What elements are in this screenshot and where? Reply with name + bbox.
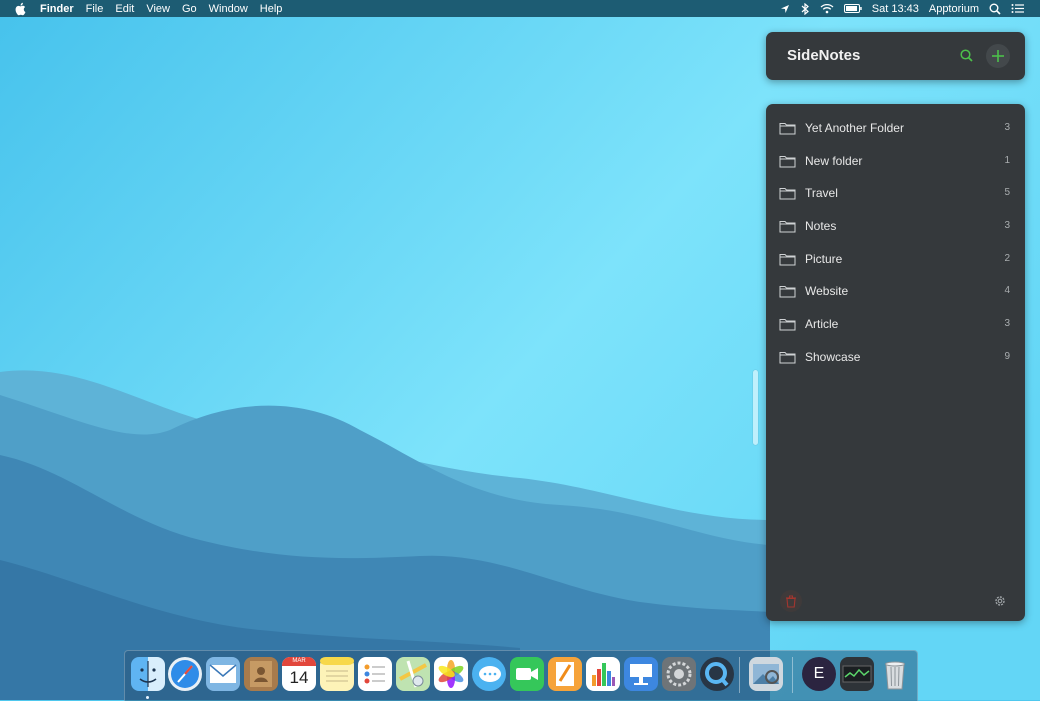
messages-icon[interactable] <box>472 657 506 691</box>
safari-icon[interactable] <box>168 657 202 691</box>
folder-name: Travel <box>805 186 838 201</box>
folder-count: 3 <box>1004 220 1010 232</box>
preview-icon[interactable] <box>749 657 783 691</box>
folder-item[interactable]: Article 3 <box>766 308 1025 341</box>
folder-count: 5 <box>1004 187 1010 199</box>
folder-icon <box>779 188 796 200</box>
folder-name: Yet Another Folder <box>805 121 904 135</box>
folder-item[interactable]: Travel 5 <box>766 177 1025 210</box>
dock: MAR 14 E <box>124 650 918 701</box>
contacts-icon[interactable] <box>244 657 278 691</box>
delete-button[interactable] <box>780 590 802 612</box>
activity-monitor-icon[interactable] <box>840 657 874 691</box>
folder-name: New folder <box>805 153 863 168</box>
calendar-icon[interactable]: MAR 14 <box>282 657 316 691</box>
location-arrow-icon[interactable] <box>780 4 790 14</box>
folder-name: Picture <box>805 251 843 266</box>
menu-bar: Finder File Edit View Go Window Help Sat… <box>0 0 1040 17</box>
keynote-icon[interactable] <box>624 657 658 691</box>
notes-icon[interactable] <box>320 657 354 691</box>
folder-icon <box>779 123 796 135</box>
folder-item[interactable]: New folder 1 <box>766 145 1025 178</box>
sidenotes-header: SideNotes <box>766 32 1025 80</box>
mail-icon[interactable] <box>206 657 240 691</box>
menu-edit[interactable]: Edit <box>115 3 134 15</box>
finder-icon[interactable] <box>131 657 165 691</box>
numbers-icon[interactable] <box>586 657 620 691</box>
menu-help[interactable]: Help <box>260 3 283 15</box>
folder-name: Article <box>805 317 839 332</box>
folder-item[interactable]: Notes 3 <box>766 210 1025 243</box>
menu-view[interactable]: View <box>146 3 170 15</box>
folder-item[interactable]: Showcase 9 <box>766 341 1025 374</box>
spotlight-search-icon[interactable] <box>989 3 1001 15</box>
sidenotes-title: SideNotes <box>787 47 861 64</box>
folder-icon <box>779 155 796 168</box>
evernote-icon[interactable]: E <box>802 657 836 691</box>
trash-icon <box>786 595 796 608</box>
trash-bin-icon[interactable] <box>878 657 912 691</box>
menu-app-name[interactable]: Finder <box>40 3 74 15</box>
folder-icon <box>779 253 796 266</box>
pages-icon[interactable] <box>548 657 582 691</box>
notification-center-icon[interactable] <box>1011 3 1024 14</box>
dock-separator <box>739 657 740 693</box>
photos-icon[interactable] <box>434 657 468 691</box>
running-indicator <box>146 696 149 699</box>
folder-count: 2 <box>1004 252 1010 264</box>
add-button[interactable] <box>986 44 1010 68</box>
folder-icon <box>779 319 796 331</box>
folder-count: 9 <box>1004 350 1010 362</box>
dock-separator <box>792 657 793 693</box>
folder-item[interactable]: Picture 2 <box>766 243 1025 276</box>
folder-count: 4 <box>1004 285 1010 297</box>
folder-icon <box>779 286 796 298</box>
maps-icon[interactable] <box>396 657 430 691</box>
folder-item[interactable]: Website 4 <box>766 275 1025 308</box>
folder-name: Showcase <box>805 349 861 364</box>
folder-name: Notes <box>805 219 837 234</box>
folders-panel: Yet Another Folder 3 New folder 1 Travel… <box>766 104 1025 621</box>
plus-icon <box>992 50 1004 62</box>
menu-clock[interactable]: Sat 13:43 <box>872 3 919 15</box>
gear-icon <box>995 596 1005 606</box>
calendar-month: MAR <box>282 657 316 666</box>
settings-button[interactable] <box>990 591 1010 611</box>
folder-count: 1 <box>1004 154 1010 166</box>
battery-icon[interactable] <box>843 4 862 13</box>
folder-icon <box>779 221 796 233</box>
panel-resize-handle[interactable] <box>753 370 758 445</box>
menu-user-name[interactable]: Apptorium <box>929 3 979 15</box>
wifi-icon[interactable] <box>820 3 834 14</box>
folder-count: 3 <box>1004 318 1010 330</box>
system-preferences-icon[interactable] <box>662 657 696 691</box>
apple-icon[interactable] <box>14 2 28 16</box>
folder-icon <box>779 351 796 364</box>
menu-window[interactable]: Window <box>209 3 248 15</box>
search-icon[interactable] <box>959 48 975 64</box>
folder-list: Yet Another Folder 3 New folder 1 Travel… <box>766 112 1025 374</box>
reminders-icon[interactable] <box>358 657 392 691</box>
menu-file[interactable]: File <box>86 3 104 15</box>
bluetooth-icon[interactable] <box>800 2 810 15</box>
calendar-day: 14 <box>289 668 309 687</box>
folder-item[interactable]: Yet Another Folder 3 <box>766 112 1025 145</box>
folder-count: 3 <box>1004 122 1010 133</box>
folder-name: Website <box>805 284 849 299</box>
menu-go[interactable]: Go <box>182 3 197 15</box>
quicktime-icon[interactable] <box>700 657 734 691</box>
facetime-icon[interactable] <box>510 657 544 691</box>
